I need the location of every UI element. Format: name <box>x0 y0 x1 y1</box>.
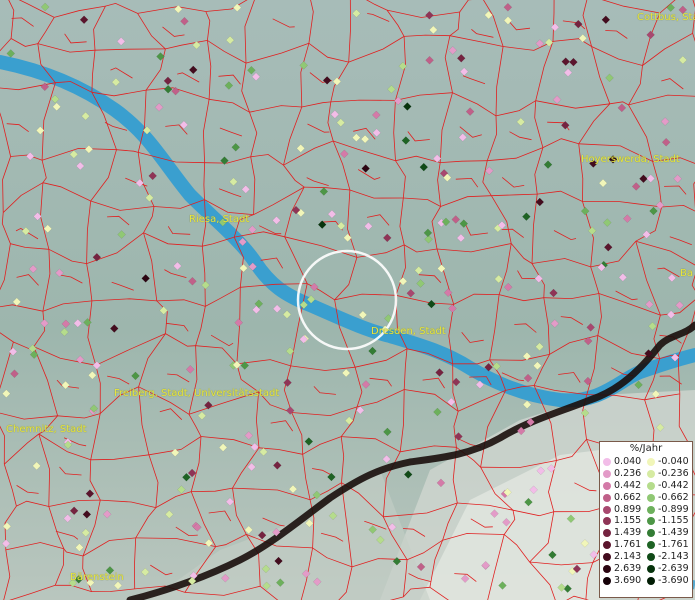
legend-value-positive: 3.690 <box>614 574 642 586</box>
legend-swatch-negative <box>647 505 655 514</box>
legend-value-positive: 0.236 <box>614 467 642 479</box>
legend-swatch-positive <box>603 481 611 490</box>
legend-swatch-positive <box>603 576 611 585</box>
city-label-dresden[interactable]: Dresden, Stadt <box>371 326 446 337</box>
legend: %/Jahr 0.040 -0.040 0.236 -0.236 0.442 -0.442… <box>599 441 693 598</box>
legend-value-positive: 0.662 <box>614 491 642 503</box>
legend-value-positive: 2.639 <box>614 563 642 575</box>
legend-value-negative: -3.690 <box>658 574 689 586</box>
legend-swatch-negative <box>647 469 655 478</box>
legend-value-negative: -0.662 <box>658 491 689 503</box>
legend-value-negative: -1.439 <box>658 527 689 539</box>
city-label-cottbus[interactable]: Cottbus, Stadt <box>637 12 695 23</box>
legend-swatch-positive <box>603 505 611 514</box>
legend-row: 2.143 -2.143 <box>600 551 692 563</box>
legend-value-negative: -0.040 <box>658 456 689 467</box>
legend-swatch-positive <box>603 564 611 573</box>
legend-row: 0.442 -0.442 <box>600 480 692 492</box>
legend-row: 1.155 -1.155 <box>600 515 692 527</box>
legend-row: 0.899 -0.899 <box>600 504 692 516</box>
legend-swatch-negative <box>647 529 655 538</box>
legend-value-positive: 0.040 <box>614 456 642 467</box>
legend-swatch-negative <box>647 576 655 585</box>
legend-swatch-positive <box>603 541 611 550</box>
legend-row: 0.040 -0.040 <box>600 456 692 468</box>
legend-row: 0.662 -0.662 <box>600 492 692 504</box>
legend-row: 3.690 -3.690 <box>600 575 692 587</box>
legend-value-negative: -1.761 <box>658 539 689 551</box>
legend-value-positive: 1.761 <box>614 539 642 551</box>
legend-row: 2.639 -2.639 <box>600 563 692 575</box>
legend-row: 1.439 -1.439 <box>600 527 692 539</box>
city-label-baerenstein[interactable]: Bärenstein <box>70 572 124 583</box>
legend-value-positive: 0.442 <box>614 479 642 491</box>
legend-value-positive: 2.143 <box>614 551 642 563</box>
legend-swatch-negative <box>647 517 655 526</box>
city-label-chemnitz[interactable]: Chemnitz, Stadt <box>6 424 87 435</box>
legend-swatch-negative <box>647 564 655 573</box>
legend-swatch-negative <box>647 457 655 466</box>
legend-swatch-positive <box>603 469 611 478</box>
city-label-freiberg[interactable]: Freiberg, Stadt, Universitätsstadt <box>114 388 279 399</box>
legend-swatch-positive <box>603 517 611 526</box>
legend-value-negative: -0.236 <box>658 467 689 479</box>
legend-row: 0.236 -0.236 <box>600 468 692 480</box>
legend-swatch-positive <box>603 493 611 502</box>
legend-value-negative: -0.899 <box>658 503 689 515</box>
city-label-bautzen-cut[interactable]: Ba <box>680 268 693 279</box>
legend-value-positive: 1.155 <box>614 515 642 527</box>
legend-swatch-negative <box>647 553 655 562</box>
legend-value-negative: -0.442 <box>658 479 689 491</box>
legend-value-negative: -2.143 <box>658 551 689 563</box>
legend-value-positive: 0.899 <box>614 503 642 515</box>
legend-swatch-positive <box>603 529 611 538</box>
legend-swatch-negative <box>647 481 655 490</box>
legend-swatch-negative <box>647 541 655 550</box>
legend-swatch-positive <box>603 553 611 562</box>
legend-swatch-negative <box>647 493 655 502</box>
selection-circle[interactable] <box>0 0 695 600</box>
legend-title: %/Jahr <box>629 443 663 454</box>
legend-value-negative: -1.155 <box>658 515 689 527</box>
legend-value-positive: 1.439 <box>614 527 642 539</box>
map-view[interactable]: Cottbus, Stadt Hoyerswerda, Stadt Riesa,… <box>0 0 695 600</box>
legend-rows: 0.040 -0.040 0.236 -0.236 0.442 -0.442 0.662 -0… <box>600 456 692 587</box>
legend-value-negative: -2.639 <box>658 563 689 575</box>
legend-swatch-positive <box>603 457 611 466</box>
legend-row: 1.761 -1.761 <box>600 539 692 551</box>
city-label-riesa[interactable]: Riesa, Stadt <box>189 214 249 225</box>
city-label-hoyerswerda[interactable]: Hoyerswerda, Stadt <box>581 154 680 165</box>
